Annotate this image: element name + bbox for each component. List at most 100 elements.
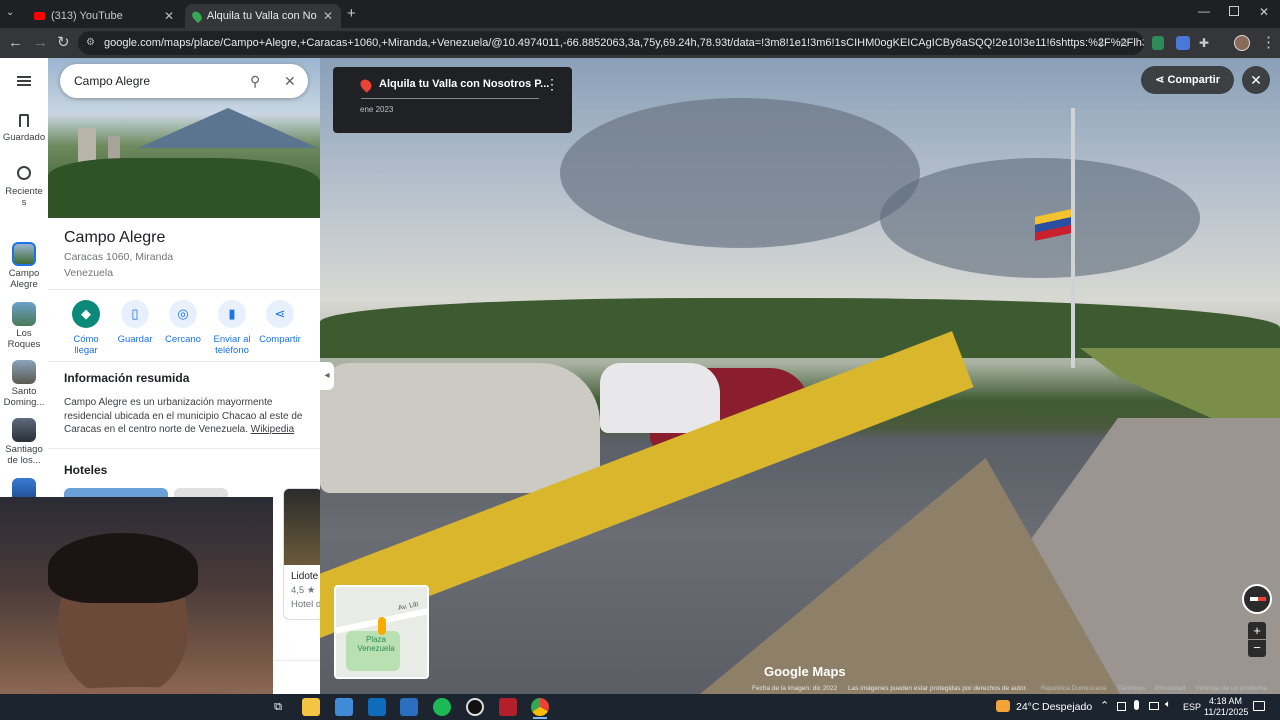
menu-icon[interactable] [17, 76, 31, 86]
save-button[interactable]: ▯ Guardar [111, 300, 159, 345]
profile-avatar[interactable] [1234, 35, 1250, 51]
browser-menu-icon[interactable]: ⋮ [1261, 34, 1276, 52]
compass-icon[interactable] [1242, 584, 1272, 614]
extensions-puzzle-icon[interactable]: ✚ [1199, 34, 1209, 52]
share-button-label: Compartir [1167, 74, 1220, 86]
rail-place-santiago[interactable]: Santiago de los... [0, 418, 48, 466]
search-box[interactable]: Campo Alegre ⚲ ✕ [60, 64, 308, 98]
hotel-card[interactable]: Lidote 4,5 ★ Hotel d [283, 488, 320, 620]
share-place-button[interactable]: ⋖ Compartir [256, 300, 304, 345]
extension-shield-icon[interactable] [1152, 36, 1164, 50]
language-indicator[interactable]: ESP [1183, 702, 1201, 712]
address-bar[interactable]: ⚙ google.com/maps/place/Campo+Alegre,+Ca… [78, 31, 1144, 55]
translate-extension-icon[interactable] [1176, 36, 1190, 50]
restore-icon[interactable] [1229, 6, 1239, 16]
mountain-shape [138, 108, 318, 148]
close-street-view-icon[interactable]: ✕ [1242, 66, 1270, 94]
rail-place-label: Santo Doming... [3, 386, 45, 408]
rail-recents[interactable]: Reciente s [0, 166, 48, 208]
place-thumbnail [12, 418, 36, 442]
browser-toolbar: ← → ↻ ⚙ google.com/maps/place/Campo+Aleg… [0, 28, 1280, 58]
directions-label: Cómo llegar [73, 334, 99, 356]
directions-button[interactable]: ◆ Cómo llegar [62, 300, 110, 356]
new-tab-button[interactable]: + [347, 5, 356, 22]
zoom-in-button[interactable]: + [1248, 622, 1266, 639]
street-view-info-card[interactable]: Alquila tu Valla con Nosotros P... ⋮ ene… [333, 67, 572, 133]
clock-time[interactable]: 4:18 AM [1209, 696, 1242, 706]
site-info-icon[interactable]: ⚙ [86, 31, 95, 55]
info-card-divider [361, 98, 539, 99]
tab-youtube[interactable]: (313) YouTube ✕ [26, 4, 182, 28]
zoom-out-button[interactable]: − [1248, 640, 1266, 657]
search-input[interactable]: Campo Alegre [74, 74, 150, 88]
steam-icon[interactable] [466, 698, 484, 716]
bookmark-star-icon[interactable]: ☆ [1118, 34, 1130, 52]
rail-place-label: Santiago de los... [5, 444, 43, 466]
weather-desc[interactable]: Despejado [1042, 701, 1092, 713]
store-icon[interactable] [335, 698, 353, 716]
reload-icon[interactable]: ↻ [57, 34, 70, 52]
more-options-icon[interactable]: ⋮ [545, 76, 559, 93]
hotel-card-type: Hotel d [291, 599, 320, 610]
pegman-icon[interactable] [378, 617, 386, 635]
tab-list-chevron-icon[interactable]: ⌄ [6, 7, 20, 21]
share-button[interactable]: ⋖ Compartir [1141, 66, 1234, 94]
trees-shape [48, 158, 320, 218]
forward-icon[interactable]: → [33, 34, 48, 52]
place-thumbnail [12, 360, 36, 384]
minimize-icon[interactable]: — [1198, 4, 1210, 18]
rail-saved[interactable]: Guardado [0, 114, 48, 143]
tab-maps[interactable]: Alquila tu Valla con Nosotros P... ✕ [185, 4, 341, 28]
phone-icon: ▮ [218, 300, 246, 328]
wikipedia-link[interactable]: Wikipedia [251, 424, 294, 435]
tray-chevron-icon[interactable]: ⌃ [1100, 699, 1109, 712]
street-view[interactable]: Alquila tu Valla con Nosotros P... ⋮ ene… [320, 58, 1280, 694]
hotel-card-name: Lidote [291, 571, 319, 582]
info-card-date[interactable]: ene 2023 [360, 105, 393, 114]
back-icon[interactable]: ← [8, 34, 23, 52]
microphone-icon[interactable] [1134, 700, 1139, 710]
nearby-button[interactable]: ◎ Cercano [159, 300, 207, 345]
weather-icon[interactable] [996, 700, 1010, 712]
taskbar: ⧉ 24°C Despejado ⌃ 🔈︎ ESP 4:18 AM 11/21/… [0, 694, 1280, 720]
close-window-icon[interactable]: ✕ [1259, 5, 1269, 19]
maps-pin-icon [190, 9, 204, 23]
obs-icon[interactable] [499, 698, 517, 716]
volume-icon[interactable]: 🔈︎ [1165, 699, 1171, 710]
calculator-icon[interactable] [400, 698, 418, 716]
spotify-icon[interactable] [433, 698, 451, 716]
rail-place-los-roques[interactable]: Los Roques [0, 302, 48, 350]
location-pin-icon [358, 77, 374, 93]
save-label: Guardar [117, 334, 153, 345]
summary-text: Campo Alegre es un urbanización mayormen… [64, 396, 304, 437]
close-tab-icon[interactable]: ✕ [164, 9, 174, 23]
install-app-icon[interactable]: ⇩ [1096, 34, 1106, 52]
network-icon[interactable] [1149, 702, 1159, 710]
rail-place-santo-domingo[interactable]: Santo Doming... [0, 360, 48, 408]
notifications-icon[interactable] [1253, 701, 1265, 711]
url-text: google.com/maps/place/Campo+Alegre,+Cara… [104, 37, 1144, 49]
clear-search-icon[interactable]: ✕ [284, 64, 296, 98]
lamp-post-shape [1071, 108, 1075, 368]
rail-place-campo-alegre[interactable]: Campo Alegre [0, 242, 48, 290]
close-tab-icon[interactable]: ✕ [323, 9, 333, 23]
chrome-icon[interactable] [531, 698, 549, 716]
send-to-phone-button[interactable]: ▮ Enviar al teléfono [208, 300, 256, 356]
street-view-minimap[interactable]: Av. Lib Plaza Venezuela [334, 585, 429, 679]
tray-app-icon[interactable] [1117, 702, 1126, 711]
send-to-phone-label: Enviar al teléfono [213, 334, 251, 356]
place-thumbnail [12, 302, 36, 326]
outlook-icon[interactable] [368, 698, 386, 716]
place-address: Caracas 1060, Miranda [64, 251, 174, 263]
weather-temp[interactable]: 24°C [1016, 701, 1039, 713]
collapse-panel-button[interactable]: ◂ [320, 362, 334, 390]
report-problem-link[interactable]: Informar de un problema [1196, 685, 1267, 692]
tab-youtube-title: (313) YouTube [51, 10, 123, 22]
file-explorer-icon[interactable] [302, 698, 320, 716]
terms-link[interactable]: Términos [1118, 685, 1145, 692]
task-view-icon[interactable]: ⧉ [269, 698, 287, 716]
clock-date[interactable]: 11/21/2025 [1204, 707, 1248, 717]
search-icon[interactable]: ⚲ [250, 64, 260, 98]
nearby-icon: ◎ [169, 300, 197, 328]
privacy-link[interactable]: Privacidad [1155, 685, 1185, 692]
